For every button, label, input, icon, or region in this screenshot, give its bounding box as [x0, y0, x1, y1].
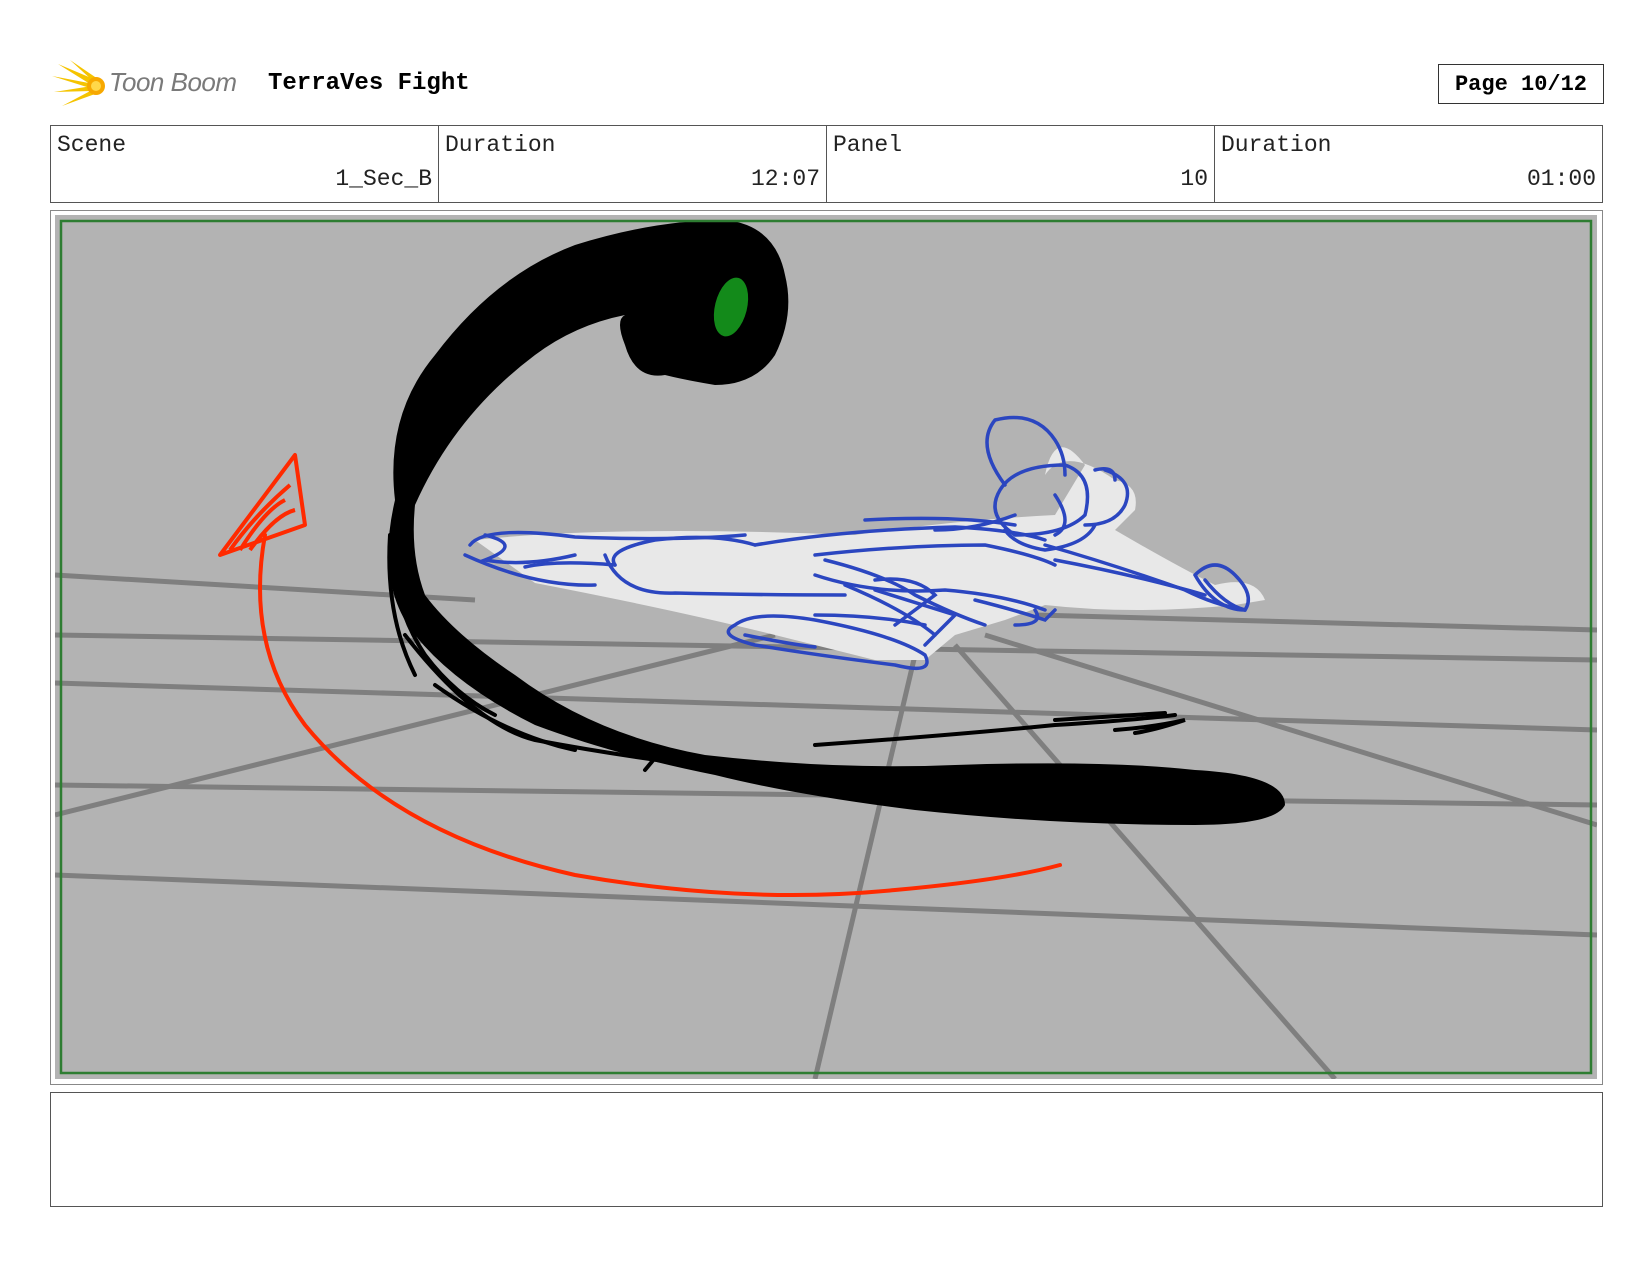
page-indicator: Page 10/12	[1438, 64, 1604, 104]
starburst-icon	[52, 60, 105, 106]
brand-name: Toon Boom	[109, 67, 237, 97]
document-title: TerraVes Fight	[268, 70, 470, 97]
panel-cell: Panel 10	[827, 126, 1215, 202]
scene-duration-value: 12:07	[750, 166, 820, 192]
scene-value: 1_Sec_B	[335, 166, 432, 192]
panel-duration-cell: Duration 01:00	[1215, 126, 1602, 202]
toon-boom-logo: Toon Boom	[52, 58, 252, 110]
storyboard-header: Toon Boom TerraVes Fight Page 10/12	[52, 58, 1604, 110]
panel-duration-label: Duration	[1221, 132, 1332, 158]
scene-duration-cell: Duration 12:07	[439, 126, 827, 202]
panel-notes-box	[50, 1092, 1603, 1207]
panel-label: Panel	[833, 132, 903, 158]
scene-cell: Scene 1_Sec_B	[51, 126, 439, 202]
storyboard-panel	[50, 210, 1603, 1085]
panel-drawing	[55, 215, 1597, 1079]
scene-label: Scene	[57, 132, 127, 158]
panel-value: 10	[1180, 166, 1208, 192]
panel-duration-value: 01:00	[1526, 166, 1596, 192]
scene-info-table: Scene 1_Sec_B Duration 12:07 Panel 10 Du…	[50, 125, 1603, 203]
scene-duration-label: Duration	[445, 132, 556, 158]
